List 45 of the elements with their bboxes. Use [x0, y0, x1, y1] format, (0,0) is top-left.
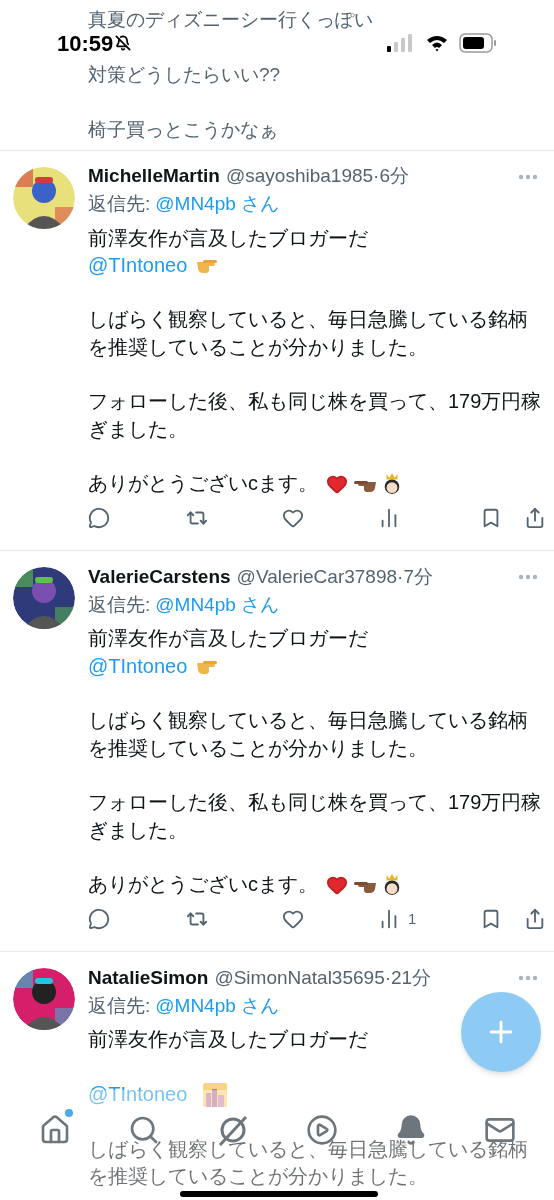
like-icon: [282, 507, 304, 530]
author-name[interactable]: NatalieSimon: [88, 964, 209, 993]
reply-mention[interactable]: @MN4pb さん: [155, 190, 280, 219]
author-handle[interactable]: @ValerieCar37898: [236, 563, 398, 592]
post-time: ·6分: [373, 164, 409, 189]
share-icon: [524, 908, 546, 931]
author-name[interactable]: MichelleMartin: [88, 162, 220, 191]
author-name[interactable]: ValerieCarstens: [88, 563, 231, 592]
post-text: フォローした後、私も同じ株を買って、179万円稼ぎました。: [88, 390, 542, 440]
post-text: しばらく観察していると、毎日急騰している銘柄を推奨していることが分かりました。: [88, 1137, 528, 1187]
princess-icon: [382, 471, 402, 496]
reply-icon: [88, 908, 110, 931]
silent-mode-icon: [115, 35, 132, 51]
reply-mention[interactable]: @MN4pb さん: [155, 992, 280, 1021]
share-button[interactable]: [524, 507, 546, 530]
post-text: 椅子買っとこうかなぁ: [88, 119, 278, 140]
reply-icon: [88, 507, 110, 530]
post-text: フォローした後、私も同じ株を買って、179万円稼ぎました。: [88, 791, 542, 841]
share-button[interactable]: [524, 908, 546, 931]
clock-time: 10:59: [57, 29, 114, 58]
post-time: ·7分: [397, 565, 433, 590]
author-handle[interactable]: @SimonNatal35695: [214, 964, 385, 993]
reply-label: 返信先:: [88, 593, 151, 618]
share-icon: [524, 507, 546, 530]
post-text: 真夏のディズニーシー行くっぽい: [88, 9, 373, 30]
post-text: ありがとうございcます。: [88, 872, 318, 898]
post-text: 前澤友作が言及したブロガーだ: [88, 627, 368, 650]
reply-mention[interactable]: @MN4pb さん: [155, 591, 280, 620]
author-handle[interactable]: @sayoshiba1985: [226, 162, 374, 191]
post-text: ありがとうございcます。: [88, 471, 318, 497]
post-time: ·21分: [384, 966, 432, 991]
reply-label: 返信先:: [88, 994, 151, 1019]
battery-icon: [459, 33, 497, 53]
princess-icon: [382, 872, 402, 897]
post-text: 前澤友作が言及したブロガーだ: [88, 1028, 368, 1051]
like-icon: [282, 908, 304, 931]
signal-icon: [387, 34, 415, 52]
post-text: 対策どうしたらいい??: [88, 64, 281, 85]
post-text: しばらく観察していると、毎日急騰している銘柄を推奨していることが分かりました。: [88, 308, 528, 358]
post-text: 前澤友作が言及したブロガーだ: [88, 226, 368, 249]
views-button[interactable]: 1: [378, 908, 474, 931]
city-icon: [203, 1082, 228, 1107]
wifi-icon: [425, 34, 449, 52]
post-text: しばらく観察していると、毎日急騰している銘柄を推奨していることが分かりました。: [88, 709, 528, 759]
reply-label: 返信先:: [88, 192, 151, 217]
